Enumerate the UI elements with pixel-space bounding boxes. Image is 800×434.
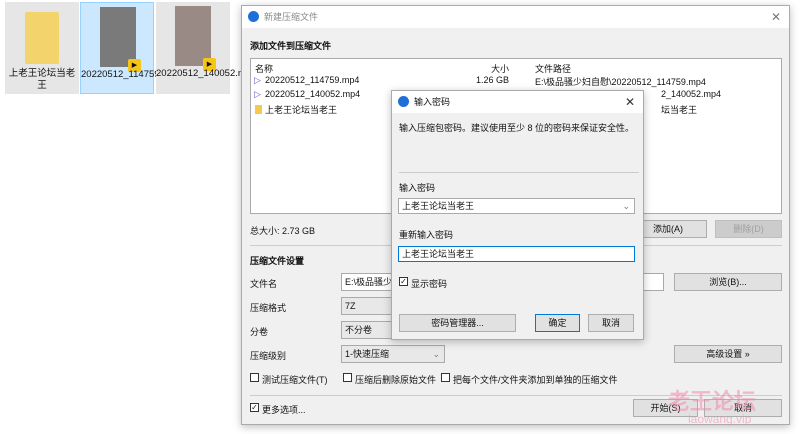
- chevron-down-icon: ⌄: [432, 349, 440, 359]
- column-name[interactable]: 名称: [255, 62, 273, 75]
- separate-archives-checkbox[interactable]: [441, 373, 450, 382]
- app-logo-icon: [398, 96, 409, 107]
- folder-icon: [25, 12, 59, 64]
- close-icon[interactable]: ✕: [771, 6, 781, 28]
- video-thumbnail: ▶: [175, 6, 216, 71]
- dialog-title: 新建压缩文件: [264, 12, 319, 22]
- advanced-settings-button[interactable]: 高级设置 »: [674, 345, 782, 363]
- browse-button[interactable]: 浏览(B)...: [674, 273, 782, 291]
- password-combo[interactable]: 上老王论坛当老王 ⌄: [398, 198, 635, 214]
- video-file-icon: ▷: [254, 75, 261, 85]
- settings-title: 压缩文件设置: [250, 256, 305, 266]
- title-bar: 输入密码 ✕: [392, 91, 643, 113]
- hint-text: 输入压缩包密码。建议使用至少 8 位的密码来保证安全性。: [399, 123, 635, 133]
- password-dialog: 输入密码 ✕ 输入压缩包密码。建议使用至少 8 位的密码来保证安全性。 输入密码…: [391, 90, 644, 340]
- more-options-checkbox[interactable]: ✓: [250, 403, 259, 412]
- column-path[interactable]: 文件路径: [535, 62, 571, 75]
- desktop-video-1[interactable]: ▶ 20220512_114759.mp4: [80, 2, 181, 94]
- title-bar: 新建压缩文件 ✕: [242, 6, 789, 28]
- delete-button[interactable]: 删除(D): [715, 220, 782, 238]
- video-thumbnail: ▶: [100, 7, 141, 72]
- column-size[interactable]: 大小: [451, 62, 509, 75]
- close-icon[interactable]: ✕: [625, 91, 635, 113]
- app-logo-icon: [248, 11, 259, 22]
- folder-icon: [255, 105, 262, 114]
- delete-source-checkbox[interactable]: [343, 373, 352, 382]
- level-select[interactable]: 1-快速压缩 ⌄: [341, 345, 445, 363]
- test-archive-checkbox[interactable]: [250, 373, 259, 382]
- dialog-title: 输入密码: [414, 97, 451, 107]
- confirm-password-input[interactable]: 上老王论坛当老王: [398, 246, 635, 262]
- section-title: 添加文件到压缩文件: [250, 41, 332, 51]
- show-password-checkbox[interactable]: ✓: [399, 277, 408, 286]
- chevron-down-icon: ⌄: [622, 201, 630, 211]
- password-manager-button[interactable]: 密码管理器...: [399, 314, 516, 332]
- table-row[interactable]: ▷ 20220512_114759.mp4 1.26 GB E:\极品骚少妇自慰…: [251, 75, 781, 89]
- video-file-icon: ▷: [254, 89, 261, 99]
- watermark-url: laowang.vip: [688, 412, 752, 426]
- cancel-button[interactable]: 取消: [588, 314, 634, 332]
- desktop-video-2[interactable]: ▶ 20220512_140052.mp4: [156, 2, 256, 94]
- total-size: 总大小: 2.73 GB: [250, 226, 316, 236]
- desktop-folder[interactable]: 上老王论坛当老王: [5, 2, 79, 94]
- ok-button[interactable]: 确定: [535, 314, 580, 332]
